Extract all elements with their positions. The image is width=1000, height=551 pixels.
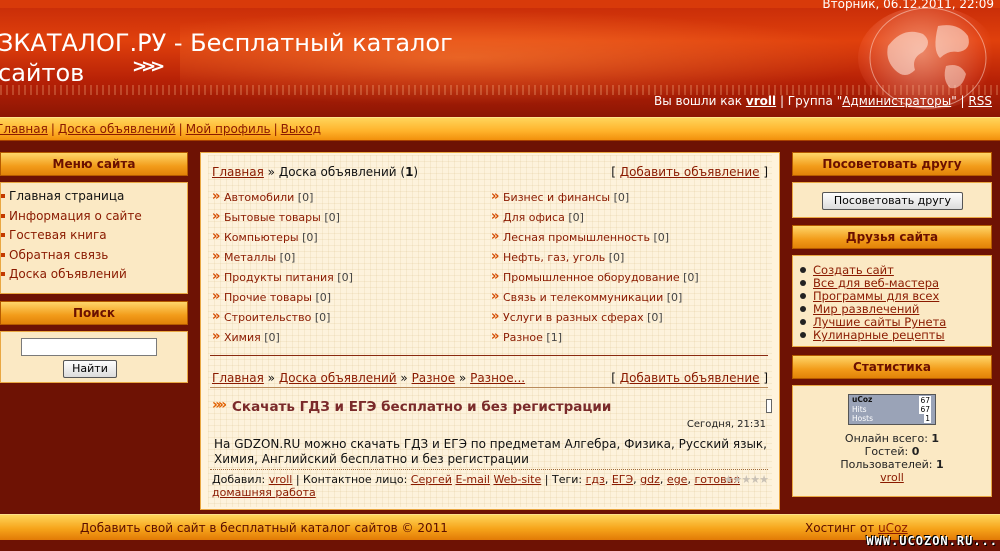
post-crumb-home[interactable]: Главная — [212, 371, 264, 385]
search-button[interactable]: Найти — [63, 360, 117, 378]
category-item[interactable]: Нефть, газ, уголь [0] — [491, 249, 624, 264]
category-item[interactable]: Строительство [0] — [212, 309, 330, 324]
search-input[interactable] — [21, 338, 157, 356]
author-link[interactable]: vroll — [269, 473, 293, 486]
post-crumb-misc[interactable]: Разное — [412, 371, 456, 385]
nav-logout[interactable]: Выход — [281, 122, 321, 136]
rating-stars-icon[interactable]: ★★★★★ — [724, 473, 769, 486]
site-footer: Добавить свой сайт в бесплатный каталог … — [0, 514, 1000, 540]
nav-separator: | — [50, 122, 55, 136]
recommend-button[interactable]: Посоветовать другу — [822, 192, 963, 210]
divider-light — [210, 387, 768, 388]
nav-board[interactable]: Доска объявлений — [58, 122, 176, 136]
add-ad-button-2[interactable]: Добавить объявление — [620, 371, 760, 385]
menu-block: Главная страница Информация о сайте Гост… — [0, 182, 188, 294]
category-item[interactable]: Лесная промышленность [0] — [491, 229, 669, 244]
category-item[interactable]: Бытовые товары [0] — [212, 209, 340, 224]
tag-link[interactable]: ege — [667, 473, 688, 486]
stat-users: Пользователей: 1 — [840, 458, 944, 471]
recommend-block: Посоветовать другу — [792, 182, 992, 218]
nav-separator: | — [273, 122, 278, 136]
add-ad-bottom: [ Добавить объявление ] — [611, 371, 768, 385]
recommend-title: Посоветовать другу — [792, 152, 992, 176]
post-arrow-icon: »» — [212, 397, 227, 413]
category-item[interactable]: Компьютеры [0] — [212, 229, 318, 244]
nav-home[interactable]: Главная — [0, 122, 48, 136]
friends-block: Создать сайт Все для веб-мастера Програм… — [792, 255, 992, 347]
bottom-strip — [0, 540, 1000, 551]
friend-link-recipes[interactable]: Кулинарные рецепты — [800, 329, 991, 342]
menu-item-home[interactable]: Главная страница — [1, 189, 187, 209]
menu-item-feedback[interactable]: Обратная связь — [1, 248, 187, 268]
search-title: Поиск — [0, 301, 188, 325]
site-header: Вторник, 06.12.2011, 22:09 ЗКАТАЛОГ.РУ -… — [0, 0, 1000, 117]
post-crumb-misc-sub[interactable]: Разное... — [470, 371, 525, 385]
post-scroll-marker[interactable] — [766, 399, 772, 413]
post-time: Сегодня, 21:31 — [686, 419, 766, 430]
search-block: Найти — [0, 331, 188, 383]
breadcrumb: Главная » Доска объявлений (1) — [212, 165, 419, 179]
watermark: WWW.UCOZON.RU... — [866, 534, 998, 548]
nav-profile[interactable]: Мой профиль — [186, 122, 271, 136]
menu-item-info[interactable]: Информация о сайте — [1, 209, 187, 229]
group-prefix: | Группа " — [779, 94, 843, 108]
site-title-line2: сайтов — [0, 59, 85, 87]
site-title-line1: ЗКАТАЛОГ.РУ - Бесплатный каталог — [0, 29, 453, 57]
login-prefix: Вы вошли как — [654, 94, 743, 108]
hosting-link[interactable]: uCoz — [878, 521, 908, 535]
nav-separator: | — [178, 122, 183, 136]
copyright: Добавить свой сайт в бесплатный каталог … — [80, 521, 448, 535]
rss-link[interactable]: RSS — [968, 94, 992, 108]
stats-block: uCoz 67 Hits 67 Hosts 1 Онлайн всего: 1 … — [792, 385, 992, 497]
login-status: Вы вошли как vroll | Группа "Администрат… — [654, 94, 992, 108]
category-item[interactable]: Бизнес и финансы [0] — [491, 189, 629, 204]
category-item[interactable]: Услуги в разных сферах [0] — [491, 309, 663, 324]
post-crumb-board[interactable]: Доска объявлений — [279, 371, 397, 385]
main-content: Главная » Доска объявлений (1) [ Добавит… — [200, 152, 780, 510]
category-item[interactable]: Металлы [0] — [212, 249, 295, 264]
menu-title: Меню сайта — [0, 152, 188, 176]
divider — [210, 355, 768, 356]
group-link[interactable]: Администраторы — [842, 94, 951, 108]
breadcrumb-home[interactable]: Главная — [212, 165, 264, 179]
top-navigation: Главная | Доска объявлений | Мой профиль | Вых… — [0, 117, 1000, 141]
category-item[interactable]: Химия [0] — [212, 329, 280, 344]
website-link[interactable]: Web-site — [493, 473, 541, 486]
stat-guests: Гостей: 0 — [864, 445, 920, 458]
post-divider — [210, 469, 768, 470]
site-title: ЗКАТАЛОГ.РУ - Бесплатный каталог сайтов — [0, 28, 453, 88]
tag-link[interactable]: гдз — [586, 473, 605, 486]
menu-item-board[interactable]: Доска объявлений — [1, 267, 187, 287]
add-ad-button[interactable]: Добавить объявление — [620, 165, 760, 179]
email-link[interactable]: E-mail — [455, 473, 490, 486]
category-item[interactable]: Для офиса [0] — [491, 209, 584, 224]
category-item[interactable]: Разное [1] — [491, 329, 562, 344]
tag-link[interactable]: ЕГЭ — [612, 473, 633, 486]
post-body: На GDZON.RU можно скачать ГДЗ и ЕГЭ по п… — [214, 437, 767, 466]
category-item[interactable]: Автомобили [0] — [212, 189, 313, 204]
post-title[interactable]: Скачать ГДЗ и ЕГЭ бесплатно и без регист… — [232, 399, 611, 415]
post-meta: Добавил: vroll | Контактное лицо: Сергей… — [212, 473, 740, 499]
username-link[interactable]: vroll — [746, 94, 776, 108]
ucoz-counter[interactable]: uCoz 67 Hits 67 Hosts 1 — [848, 394, 936, 425]
double-arrow-icon: >>> — [132, 56, 165, 77]
online-user-link[interactable]: vroll — [880, 471, 904, 484]
category-item[interactable]: Связь и телекоммуникации [0] — [491, 289, 682, 304]
post-breadcrumb: Главная » Доска объявлений » Разное » Ра… — [212, 371, 526, 385]
menu-item-guestbook[interactable]: Гостевая книга — [1, 228, 187, 248]
stat-online: Онлайн всего: 1 — [844, 432, 940, 445]
category-item[interactable]: Прочие товары [0] — [212, 289, 331, 304]
add-ad-top: [ Добавить объявление ] — [611, 165, 768, 179]
contact-link[interactable]: Сергей — [411, 473, 452, 486]
category-item[interactable]: Продукты питания [0] — [212, 269, 353, 284]
tag-link[interactable]: gdz — [640, 473, 660, 486]
friends-title: Друзья сайта — [792, 225, 992, 249]
hosting-info: Хостинг от uCoz — [805, 521, 908, 535]
stats-title: Статистика — [792, 355, 992, 379]
category-item[interactable]: Промышленное оборудование [0] — [491, 269, 699, 284]
group-suffix: " | — [951, 94, 965, 108]
